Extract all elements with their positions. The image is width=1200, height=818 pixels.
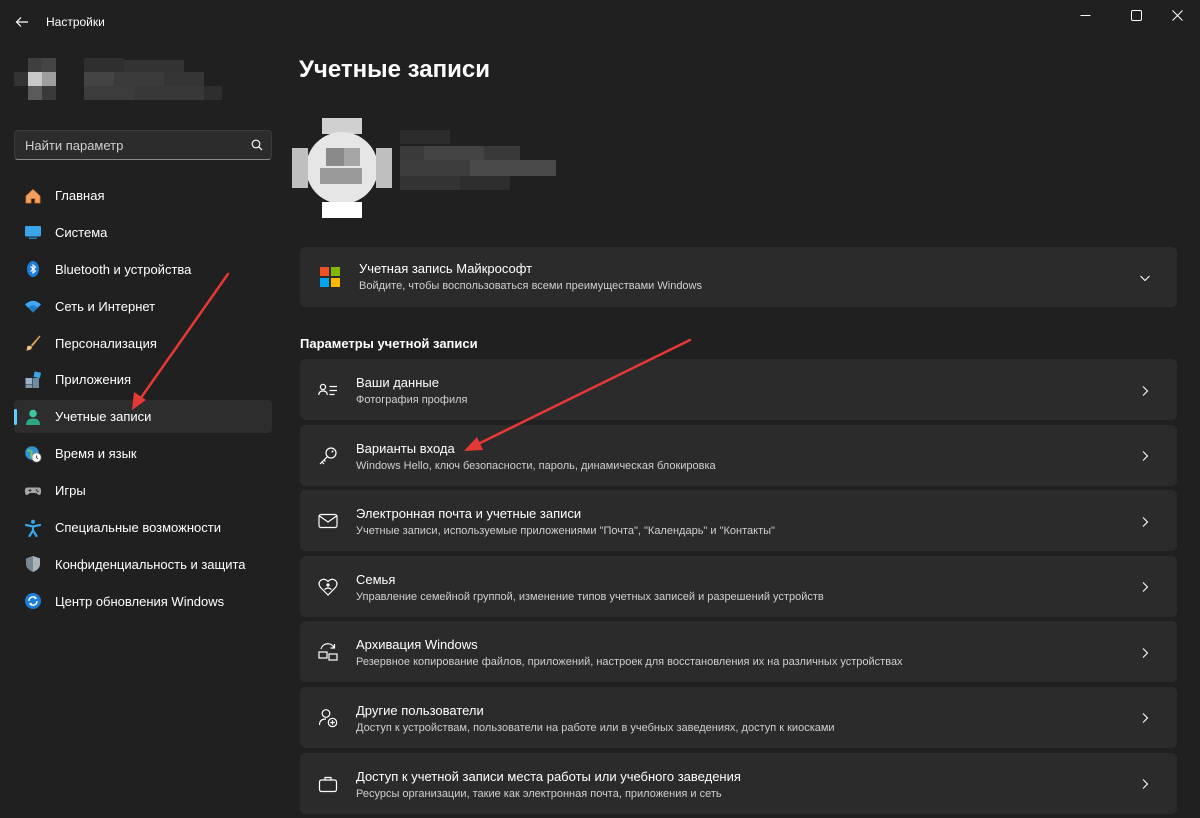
setting-title: Ваши данные [356, 375, 439, 390]
setting-subtitle: Управление семейной группой, изменение т… [356, 590, 824, 603]
setting-windows-backup[interactable]: Архивация Windows Резервное копирование … [300, 621, 1177, 683]
setting-other-users[interactable]: Другие пользователи Доступ к устройствам… [300, 686, 1177, 748]
maximize-icon [1130, 9, 1142, 21]
update-icon [24, 592, 42, 610]
setting-work-school-access[interactable]: Доступ к учетной записи места работы или… [300, 752, 1177, 814]
setting-subtitle: Учетные записи, используемые приложениям… [356, 525, 775, 538]
close-icon [1171, 9, 1183, 21]
other-users-icon [317, 707, 339, 729]
chevron-right-icon [1139, 384, 1151, 396]
setting-subtitle: Доступ к устройствам, пользователи на ра… [356, 721, 835, 734]
chevron-right-icon [1139, 777, 1151, 789]
mail-icon [317, 510, 339, 532]
search-box[interactable] [14, 130, 272, 160]
profile-name [400, 130, 560, 210]
account-settings-list: Ваши данные Фотография профиля Варианты … [300, 359, 1177, 818]
setting-your-info[interactable]: Ваши данные Фотография профиля [300, 359, 1177, 420]
close-button[interactable] [1154, 0, 1200, 30]
sidebar-nav: Главная Система Bluetooth и устройства С… [14, 179, 272, 622]
shield-icon [24, 555, 42, 573]
apps-icon [24, 371, 42, 389]
back-arrow-icon [15, 17, 28, 27]
sidebar-item-accessibility[interactable]: Специальные возможности [14, 511, 272, 544]
microsoft-account-subtitle: Войдите, чтобы воспользоваться всеми пре… [359, 279, 702, 292]
sidebar-item-accounts[interactable]: Учетные записи [14, 400, 272, 434]
briefcase-icon [317, 773, 339, 795]
user-info-icon [317, 379, 339, 401]
chevron-right-icon [1139, 580, 1151, 593]
profile-picture [292, 118, 392, 218]
chevron-right-icon [1139, 449, 1151, 461]
sidebar-item-gaming[interactable]: Игры [14, 474, 272, 507]
microsoft-account-card[interactable]: Учетная запись Майкрософт Войдите, чтобы… [300, 247, 1177, 307]
search-input[interactable] [25, 137, 243, 153]
gamepad-icon [24, 482, 42, 500]
chevron-right-icon [1139, 711, 1151, 724]
setting-title: Электронная почта и учетные записи [356, 506, 582, 522]
sidebar-avatar [14, 58, 70, 102]
chevron-down-icon[interactable] [1139, 271, 1151, 283]
sidebar-item-privacy[interactable]: Конфиденциальность и защита [14, 548, 272, 581]
bluetooth-icon [24, 260, 42, 278]
setting-title: Другие пользователи [356, 702, 484, 718]
globe-clock-icon [24, 445, 42, 463]
wifi-icon [24, 297, 42, 315]
chevron-right-icon [1139, 646, 1151, 658]
chevron-right-icon [1139, 515, 1151, 527]
microsoft-account-title: Учетная запись Майкрософт [359, 260, 533, 276]
system-icon [24, 223, 42, 241]
minimize-button[interactable] [1062, 0, 1108, 30]
accessibility-icon [24, 519, 42, 537]
setting-subtitle: Фотография профиля [356, 394, 468, 406]
sidebar-item-time-language[interactable]: Время и язык [14, 437, 272, 470]
sidebar-item-home[interactable]: Главная [14, 179, 272, 212]
setting-subtitle: Windows Hello, ключ безопасности, пароль… [356, 459, 716, 472]
setting-title: Доступ к учетной записи места работы или… [356, 768, 741, 784]
sidebar-item-apps[interactable]: Приложения [14, 363, 272, 396]
sidebar-user-name [84, 58, 224, 102]
setting-title: Семья [356, 571, 396, 587]
setting-subtitle: Резервное копирование файлов, приложений… [356, 656, 903, 669]
setting-email-accounts[interactable]: Электронная почта и учетные записи Учетн… [300, 490, 1177, 552]
sidebar-item-network[interactable]: Сеть и Интернет [14, 290, 272, 323]
app-title: Настройки [46, 15, 105, 29]
search-icon[interactable] [243, 139, 271, 151]
sidebar-item-bluetooth[interactable]: Bluetooth и устройства [14, 253, 272, 286]
minimize-icon [1080, 14, 1090, 16]
sidebar-item-windows-update[interactable]: Центр обновления Windows [14, 585, 272, 618]
section-title: Параметры учетной записи [300, 336, 478, 351]
sidebar-item-system[interactable]: Система [14, 216, 272, 249]
setting-family[interactable]: Семья Управление семейной группой, измен… [300, 555, 1177, 617]
setting-sign-in-options[interactable]: Варианты входа Windows Hello, ключ безоп… [300, 424, 1177, 486]
microsoft-logo-icon [320, 267, 340, 287]
family-icon [317, 576, 339, 598]
backup-icon [317, 641, 339, 663]
page-title: Учетные записи [299, 56, 490, 83]
setting-title: Варианты входа [356, 440, 455, 456]
title-bar: Настройки [0, 0, 1200, 44]
back-button[interactable] [10, 8, 34, 36]
key-icon [317, 445, 339, 467]
home-icon [24, 187, 42, 205]
brush-icon [24, 334, 42, 352]
account-icon [24, 408, 42, 426]
maximize-button[interactable] [1113, 0, 1159, 30]
setting-title: Архивация Windows [356, 637, 478, 653]
sidebar-item-personalization[interactable]: Персонализация [14, 327, 272, 360]
setting-subtitle: Ресурсы организации, такие как электронн… [356, 787, 722, 800]
